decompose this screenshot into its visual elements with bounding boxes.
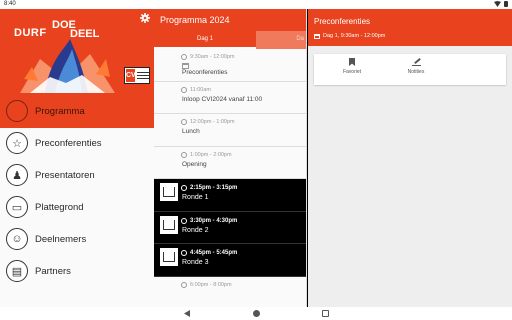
calendar-icon	[314, 33, 320, 39]
program-panel: Programma 2024 Dag 1 Da 9:30am - 12:00pm…	[154, 9, 307, 307]
detail-title: Preconferenties	[314, 17, 371, 26]
logo-lines	[137, 72, 149, 73]
notes-button[interactable]: Notities	[396, 58, 436, 75]
drawer-item-preconferenties[interactable]: ☆ Preconferenties	[0, 128, 154, 160]
session-title: Preconferenties	[182, 69, 228, 76]
session-time-text: 11:00am	[190, 86, 211, 93]
drawer-item-plattegrond[interactable]: ▭ Plattegrond	[0, 192, 154, 224]
session-thumbnail	[160, 248, 178, 266]
detail-header: Preconferenties Dag 1, 9:30am - 12:00pm	[308, 9, 512, 46]
favorite-button[interactable]: Favoriet	[332, 58, 372, 75]
session-time-text: 9:30am - 12:00pm	[190, 54, 235, 60]
drawer-item-label: Plattegrond	[35, 202, 84, 213]
status-icons	[494, 1, 508, 7]
back-icon[interactable]	[184, 310, 190, 317]
tab-dag-1[interactable]: Dag 1	[154, 31, 256, 49]
session-time-text: 3:30pm - 4:30pm	[190, 217, 238, 224]
notes-label: Notities	[407, 69, 425, 75]
session-row[interactable]: 9:30am - 12:00pm Preconferenties	[154, 49, 306, 82]
people-icon: ♟	[6, 164, 28, 186]
session-row[interactable]: 11:00am Inloop CVI2024 vanaf 11:00	[154, 81, 306, 114]
detail-subtitle-text: Dag 1, 9:30am - 12:00pm	[323, 33, 386, 39]
drawer-item-label: Programma	[35, 106, 85, 117]
drawer-item-label: Partners	[35, 266, 71, 277]
session-row-featured[interactable]: 4:45pm - 5:45pm Ronde 3	[154, 244, 306, 277]
partners-icon: ▤	[6, 260, 28, 282]
session-title: Lunch	[182, 128, 200, 135]
detail-subtitle: Dag 1, 9:30am - 12:00pm	[314, 33, 385, 39]
pencil-icon	[411, 58, 421, 66]
session-title: Inloop CVI2024 vanaf 11:00	[182, 95, 263, 103]
session-time-text: 1:00pm - 2:00pm	[190, 151, 232, 158]
session-title: Ronde 1	[182, 194, 209, 201]
session-thumbnail	[160, 215, 178, 234]
session-time: 1:00pm - 2:00pm	[182, 152, 232, 158]
day-tabs: Dag 1 Da	[154, 31, 306, 49]
drawer-item-programma[interactable]: Programma	[0, 96, 154, 128]
tab-dag-2[interactable]: Da	[256, 31, 306, 49]
recents-icon[interactable]	[322, 310, 329, 317]
banner-word-durf: DURF	[14, 27, 47, 39]
drawer-item-label: Preconferenties	[35, 138, 102, 149]
session-row[interactable]: 12:00pm - 1:00pm Lunch	[154, 114, 306, 147]
session-time: 2:15pm - 3:15pm	[182, 185, 237, 191]
bookmark-icon	[349, 58, 355, 66]
drawer-item-deelnemers[interactable]: ☺ Deelnemers	[0, 224, 154, 256]
session-row-featured[interactable]: 3:30pm - 4:30pm Ronde 2	[154, 211, 306, 244]
session-time-text: 2:15pm - 3:15pm	[190, 185, 238, 191]
session-time: 12:00pm - 1:00pm	[182, 119, 235, 125]
session-row[interactable]: 6:00pm - 8:00pm	[154, 276, 306, 307]
session-time: 11:00am	[182, 87, 211, 93]
cvi-logo: CVI	[124, 67, 150, 84]
cvi-logo-text: CVI	[126, 69, 138, 82]
program-title: Programma 2024	[154, 9, 306, 31]
session-time: 4:45pm - 5:45pm	[182, 250, 237, 256]
session-time-text: 4:45pm - 5:45pm	[190, 250, 238, 256]
banner-word-deel: DEEL	[70, 28, 100, 40]
session-title: Ronde 2	[182, 226, 209, 234]
session-time: 9:30am - 12:00pm	[182, 54, 235, 60]
status-time: 8:40	[4, 1, 16, 7]
session-time: 3:30pm - 4:30pm	[182, 218, 237, 224]
drawer-banner: DURF DOE DEEL CVI	[0, 9, 154, 96]
map-icon: ▭	[6, 196, 28, 218]
session-time-text: 6:00pm - 8:00pm	[190, 281, 232, 288]
gear-icon[interactable]	[140, 13, 150, 23]
session-row[interactable]: 1:00pm - 2:00pm Opening	[154, 146, 306, 179]
navigation-drawer: DURF DOE DEEL CVI Programma ☆ Preconfere…	[0, 9, 154, 307]
drawer-item-label: Deelnemers	[35, 234, 87, 245]
home-icon[interactable]	[253, 310, 260, 317]
drawer-item-label: Presentatoren	[35, 170, 95, 181]
detail-actions: Favoriet Notities	[314, 54, 506, 85]
status-bar: 8:40	[0, 0, 512, 9]
drawer-item-partners[interactable]: ▤ Partners	[0, 256, 154, 288]
document-icon	[6, 100, 28, 122]
session-thumbnail	[160, 183, 178, 201]
favorite-label: Favoriet	[342, 69, 362, 75]
session-row-featured[interactable]: 2:15pm - 3:15pm Ronde 1	[154, 179, 306, 212]
session-time-text: 12:00pm - 1:00pm	[190, 119, 235, 125]
detail-panel: Preconferenties Dag 1, 9:30am - 12:00pm …	[308, 9, 512, 307]
system-nav-bar	[0, 307, 512, 320]
star-icon: ☆	[6, 132, 28, 154]
session-title: Opening	[182, 160, 207, 168]
group-icon: ☺	[6, 228, 28, 250]
session-time: 6:00pm - 8:00pm	[182, 282, 232, 288]
wifi-icon	[494, 1, 501, 7]
session-title: Ronde 3	[182, 259, 209, 266]
battery-icon	[504, 1, 508, 7]
drawer-item-presentatoren[interactable]: ♟ Presentatoren	[0, 160, 154, 192]
